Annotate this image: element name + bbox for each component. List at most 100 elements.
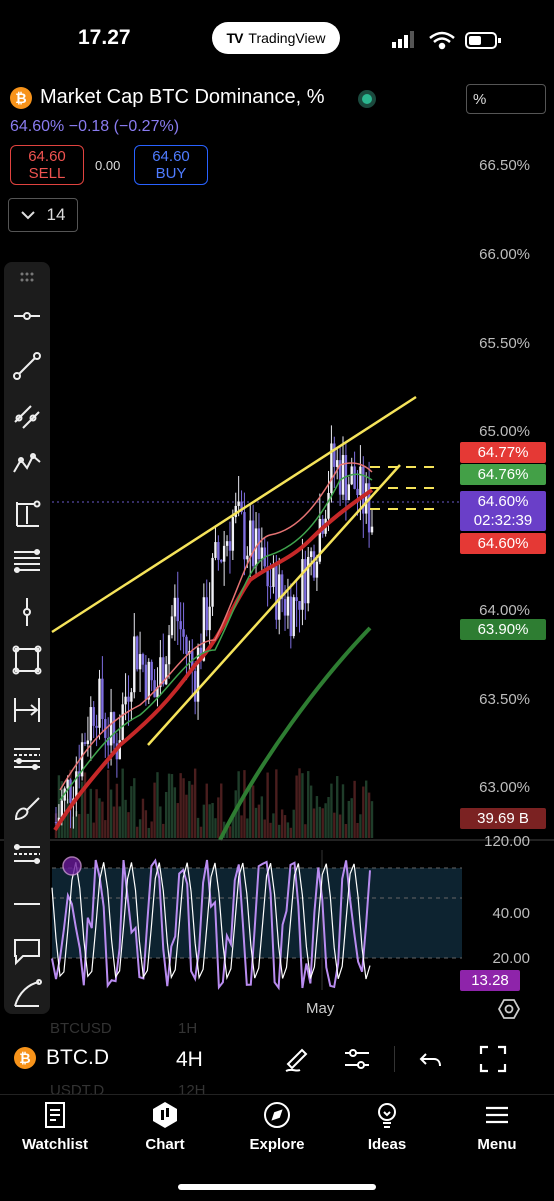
candle-body <box>365 483 368 514</box>
tab-chart[interactable]: Chart <box>120 1100 210 1153</box>
volume-bar <box>286 822 290 838</box>
oscillator-axis-label: 120.00 <box>484 833 530 850</box>
candle-body <box>159 657 162 688</box>
symbol-button[interactable]: ₿ BTC.D <box>14 1046 109 1070</box>
candle-body <box>54 822 58 824</box>
market-status-icon[interactable] <box>358 90 376 108</box>
candle-body <box>147 661 150 700</box>
price-tag-green: 64.76% <box>460 464 546 485</box>
candle-body <box>307 556 310 604</box>
volume-bar <box>170 774 174 838</box>
chart-settings-icon[interactable] <box>498 998 520 1020</box>
volume-bar <box>257 804 261 838</box>
vertical-measure-tool-icon[interactable] <box>4 494 50 534</box>
volume-bar <box>164 791 168 838</box>
volume-bar <box>95 789 98 838</box>
volume-bar <box>127 812 130 838</box>
volume-bar <box>278 824 281 838</box>
volume-bar <box>182 778 185 838</box>
volume-bar <box>260 796 264 838</box>
price-axis-label: 63.50% <box>479 691 530 708</box>
fib-retracement-tool-icon[interactable] <box>4 542 50 582</box>
bitcoin-icon: ₿ <box>14 1047 36 1069</box>
volume-bar <box>162 823 165 838</box>
ghost-symbol: BTCUSD <box>50 1020 112 1037</box>
volume-bar <box>370 801 374 838</box>
candle-body <box>275 564 278 620</box>
volume-bar <box>228 826 232 838</box>
volume-bar <box>77 814 81 838</box>
candle-body <box>260 547 264 560</box>
candle-body <box>370 526 374 533</box>
volume-bar <box>309 785 313 838</box>
candle-body <box>133 636 136 693</box>
price-chart[interactable] <box>0 140 554 1020</box>
candle-body <box>208 606 211 631</box>
candle-body <box>211 557 214 607</box>
tab-explore[interactable]: Explore <box>232 1100 322 1153</box>
price-tag-red: 64.60% <box>460 533 546 554</box>
volume-bar <box>330 783 333 838</box>
volume-bar <box>266 772 269 838</box>
volume-bar <box>208 804 211 838</box>
lightbulb-icon <box>378 1103 396 1128</box>
volume-bar <box>205 783 208 838</box>
candle-body <box>292 597 295 637</box>
tab-menu[interactable]: Menu <box>452 1100 542 1153</box>
candle-body <box>167 635 171 665</box>
candle-body <box>286 596 290 616</box>
volume-bar <box>249 785 252 838</box>
current-price-tag: 64.60% 02:32:39 <box>460 491 546 531</box>
pattern-tool-icon[interactable] <box>4 444 50 484</box>
channel-tool-icon[interactable] <box>4 396 50 436</box>
volume-bar <box>365 780 368 838</box>
price-axis-label: 66.00% <box>479 246 530 263</box>
volume-bar <box>353 780 356 838</box>
timeframe-button[interactable]: 4H <box>176 1048 203 1072</box>
volume-bar <box>243 770 246 838</box>
oscillator-axis-label: 40.00 <box>492 905 530 922</box>
candle-body <box>309 551 313 557</box>
drag-handle-icon[interactable] <box>4 264 50 290</box>
volume-bars <box>54 768 374 838</box>
volume-bar <box>159 806 162 838</box>
volume-bar <box>362 786 365 838</box>
candle-body <box>222 545 226 562</box>
fullscreen-icon[interactable] <box>478 1044 508 1074</box>
volume-bar <box>251 785 255 838</box>
unit-selector[interactable]: % <box>466 84 546 114</box>
candle-body <box>249 520 252 556</box>
indicators-icon[interactable] <box>342 1044 372 1074</box>
volume-bar <box>338 814 342 838</box>
status-time: 17.27 <box>78 26 131 49</box>
tab-ideas[interactable]: Ideas <box>342 1100 432 1153</box>
brush-tool-icon[interactable] <box>4 788 50 828</box>
vertical-line-tool-icon[interactable] <box>4 592 50 632</box>
app-pill[interactable]: TV TradingView <box>212 22 340 54</box>
candle-body <box>66 779 69 789</box>
candle-body <box>185 636 188 654</box>
symbol-title-row[interactable]: ₿ Market Cap BTC Dominance, % <box>10 86 325 109</box>
price-axis-label: 63.00% <box>479 779 530 796</box>
trend-line-tool-icon[interactable] <box>4 346 50 386</box>
pen-drawing-icon[interactable] <box>282 1044 312 1074</box>
long-position-tool-icon[interactable] <box>4 836 50 876</box>
volume-bar <box>344 823 348 838</box>
fib-levels-tool-icon[interactable] <box>4 738 50 778</box>
time-axis-label: May <box>306 1000 335 1017</box>
watchlist-icon <box>45 1102 65 1128</box>
volume-bar <box>66 798 69 838</box>
volume-bar <box>220 783 223 838</box>
candle-body <box>205 597 208 631</box>
volume-bar <box>147 827 150 838</box>
horizontal-line-tool-icon[interactable] <box>4 884 50 924</box>
rectangle-tool-icon[interactable] <box>4 640 50 680</box>
arc-tool-icon[interactable] <box>4 974 50 1014</box>
callout-tool-icon[interactable] <box>4 932 50 972</box>
crosshair-tool-icon[interactable] <box>4 296 50 336</box>
candle-body <box>225 541 229 546</box>
tab-watchlist[interactable]: Watchlist <box>10 1100 100 1153</box>
undo-icon[interactable] <box>416 1044 446 1074</box>
date-range-tool-icon[interactable] <box>4 690 50 730</box>
price-axis-label: 65.00% <box>479 423 530 440</box>
